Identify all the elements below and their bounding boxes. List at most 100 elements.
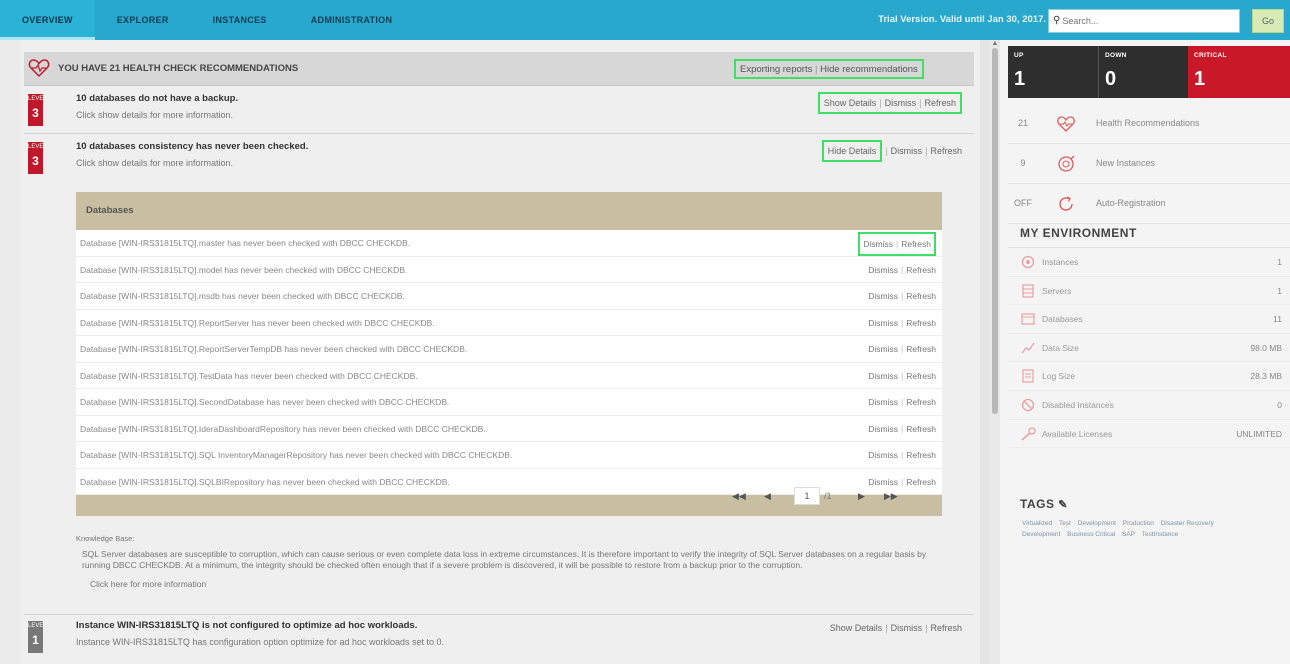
env-row-data-size[interactable]: Data Size 98.0 MB (1008, 334, 1290, 363)
env-row-log-size[interactable]: Log Size 28.3 MB (1008, 362, 1290, 391)
tag-item[interactable]: Production (1123, 520, 1154, 527)
tag-item[interactable]: Test (1059, 520, 1071, 527)
panel-divider (980, 40, 990, 664)
row-dismiss-link[interactable]: Dismiss (868, 291, 898, 301)
tag-item[interactable]: Development (1022, 531, 1060, 538)
tab-overview[interactable]: OVERVIEW (0, 0, 95, 40)
level-number: 3 (32, 154, 39, 168)
tag-item[interactable]: Business Critical (1067, 531, 1115, 538)
row-dismiss-link[interactable]: Dismiss (868, 397, 898, 407)
env-value: 11 (1273, 314, 1282, 325)
row-refresh-link[interactable]: Refresh (906, 265, 936, 275)
row-text: Database [WIN-IRS31815LTQ].TestData has … (80, 370, 418, 381)
row-refresh-link[interactable]: Refresh (906, 450, 936, 460)
status-up-tile[interactable]: UP 1 (1008, 46, 1098, 98)
level-badge: LEVEL 3 (28, 94, 47, 126)
tab-instances[interactable]: INSTANCES (191, 0, 289, 40)
recommendation-subtitle: Click show details for more information. (76, 110, 234, 120)
summary-label: New Instances (1096, 158, 1156, 168)
pencil-icon[interactable]: ✎ (1058, 499, 1068, 511)
scrollbar-thumb[interactable] (992, 48, 998, 414)
scroll-up-icon[interactable]: ▲ (991, 40, 999, 48)
row-dismiss-link[interactable]: Dismiss (868, 424, 898, 434)
tag-item[interactable]: Virtualized (1022, 520, 1052, 527)
my-environment-title: MY ENVIRONMENT (1008, 218, 1290, 248)
hide-details-link[interactable]: Hide Details (828, 146, 877, 156)
env-label: Log Size (1042, 371, 1076, 382)
recommendation-title: 10 databases consistency has never been … (76, 141, 309, 152)
env-value: 0 (1277, 399, 1282, 410)
status-critical-tile[interactable]: CRITICAL 1 (1188, 46, 1290, 98)
status-summary: UP 1 DOWN 0 CRITICAL 1 (1008, 46, 1290, 98)
level-label: LEVEL (28, 96, 47, 102)
row-dismiss-link[interactable]: Dismiss (863, 239, 893, 249)
level-number: 1 (32, 633, 39, 647)
nav-tabs: OVERVIEW EXPLORER INSTANCES ADMINISTRATI… (0, 0, 414, 40)
env-label: Databases (1042, 314, 1083, 325)
top-nav-bar: OVERVIEW EXPLORER INSTANCES ADMINISTRATI… (0, 0, 1290, 40)
recommendation-actions: Show Details | Dismiss | Refresh (829, 623, 962, 633)
row-refresh-link[interactable]: Refresh (906, 344, 936, 354)
refresh-link[interactable]: Refresh (924, 98, 956, 108)
separator: | (901, 264, 904, 275)
page-input[interactable]: 1 (794, 487, 820, 505)
env-row-servers[interactable]: Servers 1 (1008, 277, 1290, 306)
row-refresh-link[interactable]: Refresh (906, 424, 936, 434)
main-scrollbar[interactable]: ▲ (990, 40, 1000, 664)
dismiss-link[interactable]: Dismiss (885, 98, 917, 108)
row-actions: Dismiss | Refresh (858, 232, 936, 256)
show-details-link[interactable]: Show Details (824, 98, 877, 108)
row-refresh-link[interactable]: Refresh (906, 371, 936, 381)
refresh-link[interactable]: Refresh (930, 623, 962, 633)
level-label: LEVEL (28, 144, 47, 150)
next-page-icon[interactable]: ▶ (858, 491, 865, 502)
down-label: DOWN (1105, 52, 1127, 59)
summary-new-instances[interactable]: 9 New Instances (1008, 144, 1290, 184)
dismiss-link[interactable]: Dismiss (891, 146, 923, 156)
knowledge-base-label: Knowledge Base: (76, 534, 135, 543)
data-size-icon (1021, 342, 1035, 354)
level-badge: LEVEL 3 (28, 142, 47, 174)
row-dismiss-link[interactable]: Dismiss (868, 265, 898, 275)
row-refresh-link[interactable]: Refresh (906, 397, 936, 407)
hide-recommendations-link[interactable]: Hide recommendations (820, 64, 918, 75)
search-input[interactable] (1062, 16, 1223, 26)
table-row: Database [WIN-IRS31815LTQ].SecondDatabas… (76, 389, 942, 416)
prev-page-icon[interactable]: ◀ (764, 491, 771, 502)
row-refresh-link[interactable]: Refresh (906, 291, 936, 301)
env-row-disabled-instances[interactable]: Disabled Instances 0 (1008, 391, 1290, 420)
first-page-icon[interactable]: ◀◀ (732, 491, 746, 502)
refresh-link[interactable]: Refresh (930, 146, 962, 156)
tab-explorer[interactable]: EXPLORER (95, 0, 191, 40)
row-refresh-link[interactable]: Refresh (906, 318, 936, 328)
trial-notice: Trial Version. Valid until Jan 30, 2017. (878, 14, 1046, 25)
page-total: /1 (824, 491, 832, 501)
summary-health-recommendations[interactable]: 21 Health Recommendations (1008, 104, 1290, 144)
dismiss-link[interactable]: Dismiss (891, 623, 923, 633)
tag-item[interactable]: TestInstance (1142, 531, 1179, 538)
level-number: 3 (32, 106, 39, 120)
tag-item[interactable]: Development (1078, 520, 1116, 527)
env-row-instances[interactable]: Instances 1 (1008, 248, 1290, 277)
exporting-reports-link[interactable]: Exporting reports (740, 64, 812, 75)
status-down-tile[interactable]: DOWN 0 (1098, 46, 1188, 98)
tab-administration[interactable]: ADMINISTRATION (289, 0, 415, 40)
env-row-databases[interactable]: Databases 11 (1008, 305, 1290, 334)
last-page-icon[interactable]: ▶▶ (884, 491, 898, 502)
table-row: Database [WIN-IRS31815LTQ].msdb has neve… (76, 283, 942, 310)
row-dismiss-link[interactable]: Dismiss (868, 371, 898, 381)
summary-count: OFF (1014, 198, 1032, 208)
go-button[interactable]: Go (1252, 9, 1284, 33)
more-info-link[interactable]: Click here for more information (90, 579, 942, 589)
row-refresh-link[interactable]: Refresh (901, 239, 931, 249)
recommendation-subtitle: Instance WIN-IRS31815LTQ has configurati… (76, 637, 445, 647)
tag-item[interactable]: SAP (1122, 531, 1135, 538)
env-row-available-licenses[interactable]: Available Licenses UNLIMITED (1008, 420, 1290, 449)
search-box[interactable]: ⚲ (1048, 9, 1240, 33)
row-dismiss-link[interactable]: Dismiss (868, 344, 898, 354)
show-details-link[interactable]: Show Details (830, 623, 883, 633)
row-dismiss-link[interactable]: Dismiss (868, 318, 898, 328)
row-actions: Dismiss | Refresh (868, 363, 936, 389)
tag-item[interactable]: Disaster Recovery (1161, 520, 1214, 527)
row-dismiss-link[interactable]: Dismiss (868, 450, 898, 460)
